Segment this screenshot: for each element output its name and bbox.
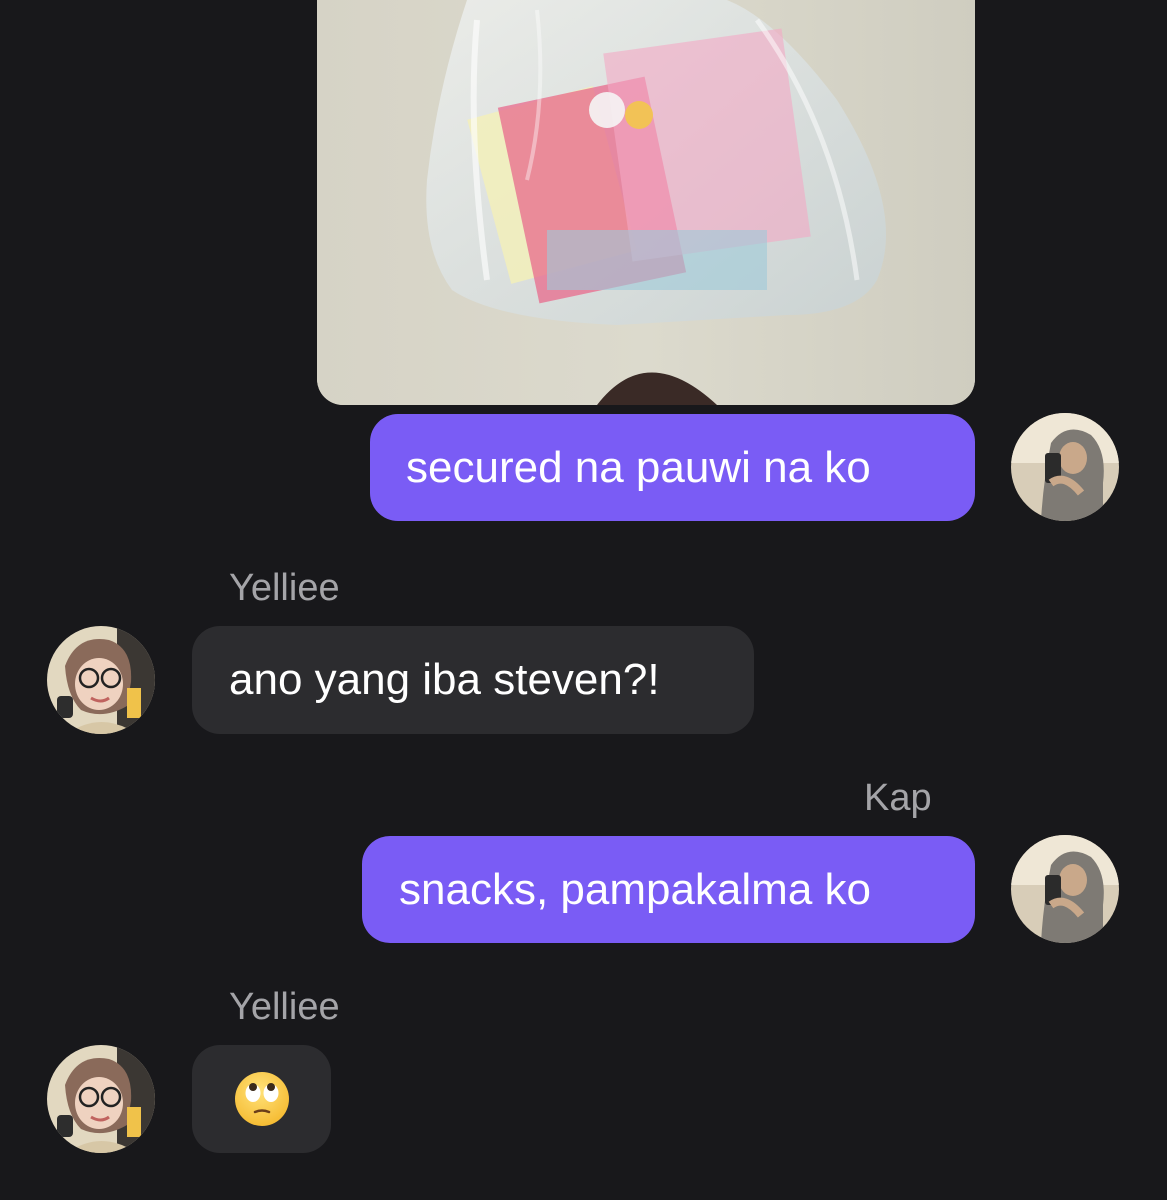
message-text: snacks, pampakalma ko <box>399 864 871 914</box>
sender-name: Yelliee <box>229 567 340 609</box>
message-bubble-incoming[interactable]: ano yang iba steven?! <box>192 626 754 734</box>
sender-name: Yelliee <box>229 986 340 1028</box>
face-with-rolling-eyes-icon <box>234 1072 289 1126</box>
message-bubble-outgoing[interactable]: secured na pauwi na ko <box>370 414 975 521</box>
sender-name: Kap <box>864 777 932 819</box>
avatar-yelliee[interactable] <box>47 1045 155 1153</box>
photo-of-plastic-bag <box>317 0 975 405</box>
avatar-kap[interactable] <box>1011 835 1119 943</box>
user-avatar-icon <box>47 1045 155 1153</box>
avatar-kap[interactable] <box>1011 413 1119 521</box>
user-avatar-icon <box>1011 413 1119 521</box>
avatar-yelliee[interactable] <box>47 626 155 734</box>
user-avatar-icon <box>1011 835 1119 943</box>
message-bubble-outgoing[interactable]: snacks, pampakalma ko <box>362 836 975 943</box>
chat-thread: secured na pauwi na ko Yelliee ano yang <box>0 0 1167 1200</box>
message-bubble-incoming[interactable] <box>192 1045 331 1153</box>
photo-message[interactable] <box>317 0 975 405</box>
user-avatar-icon <box>47 626 155 734</box>
message-text: secured na pauwi na ko <box>406 442 871 492</box>
message-text: ano yang iba steven?! <box>229 655 660 704</box>
